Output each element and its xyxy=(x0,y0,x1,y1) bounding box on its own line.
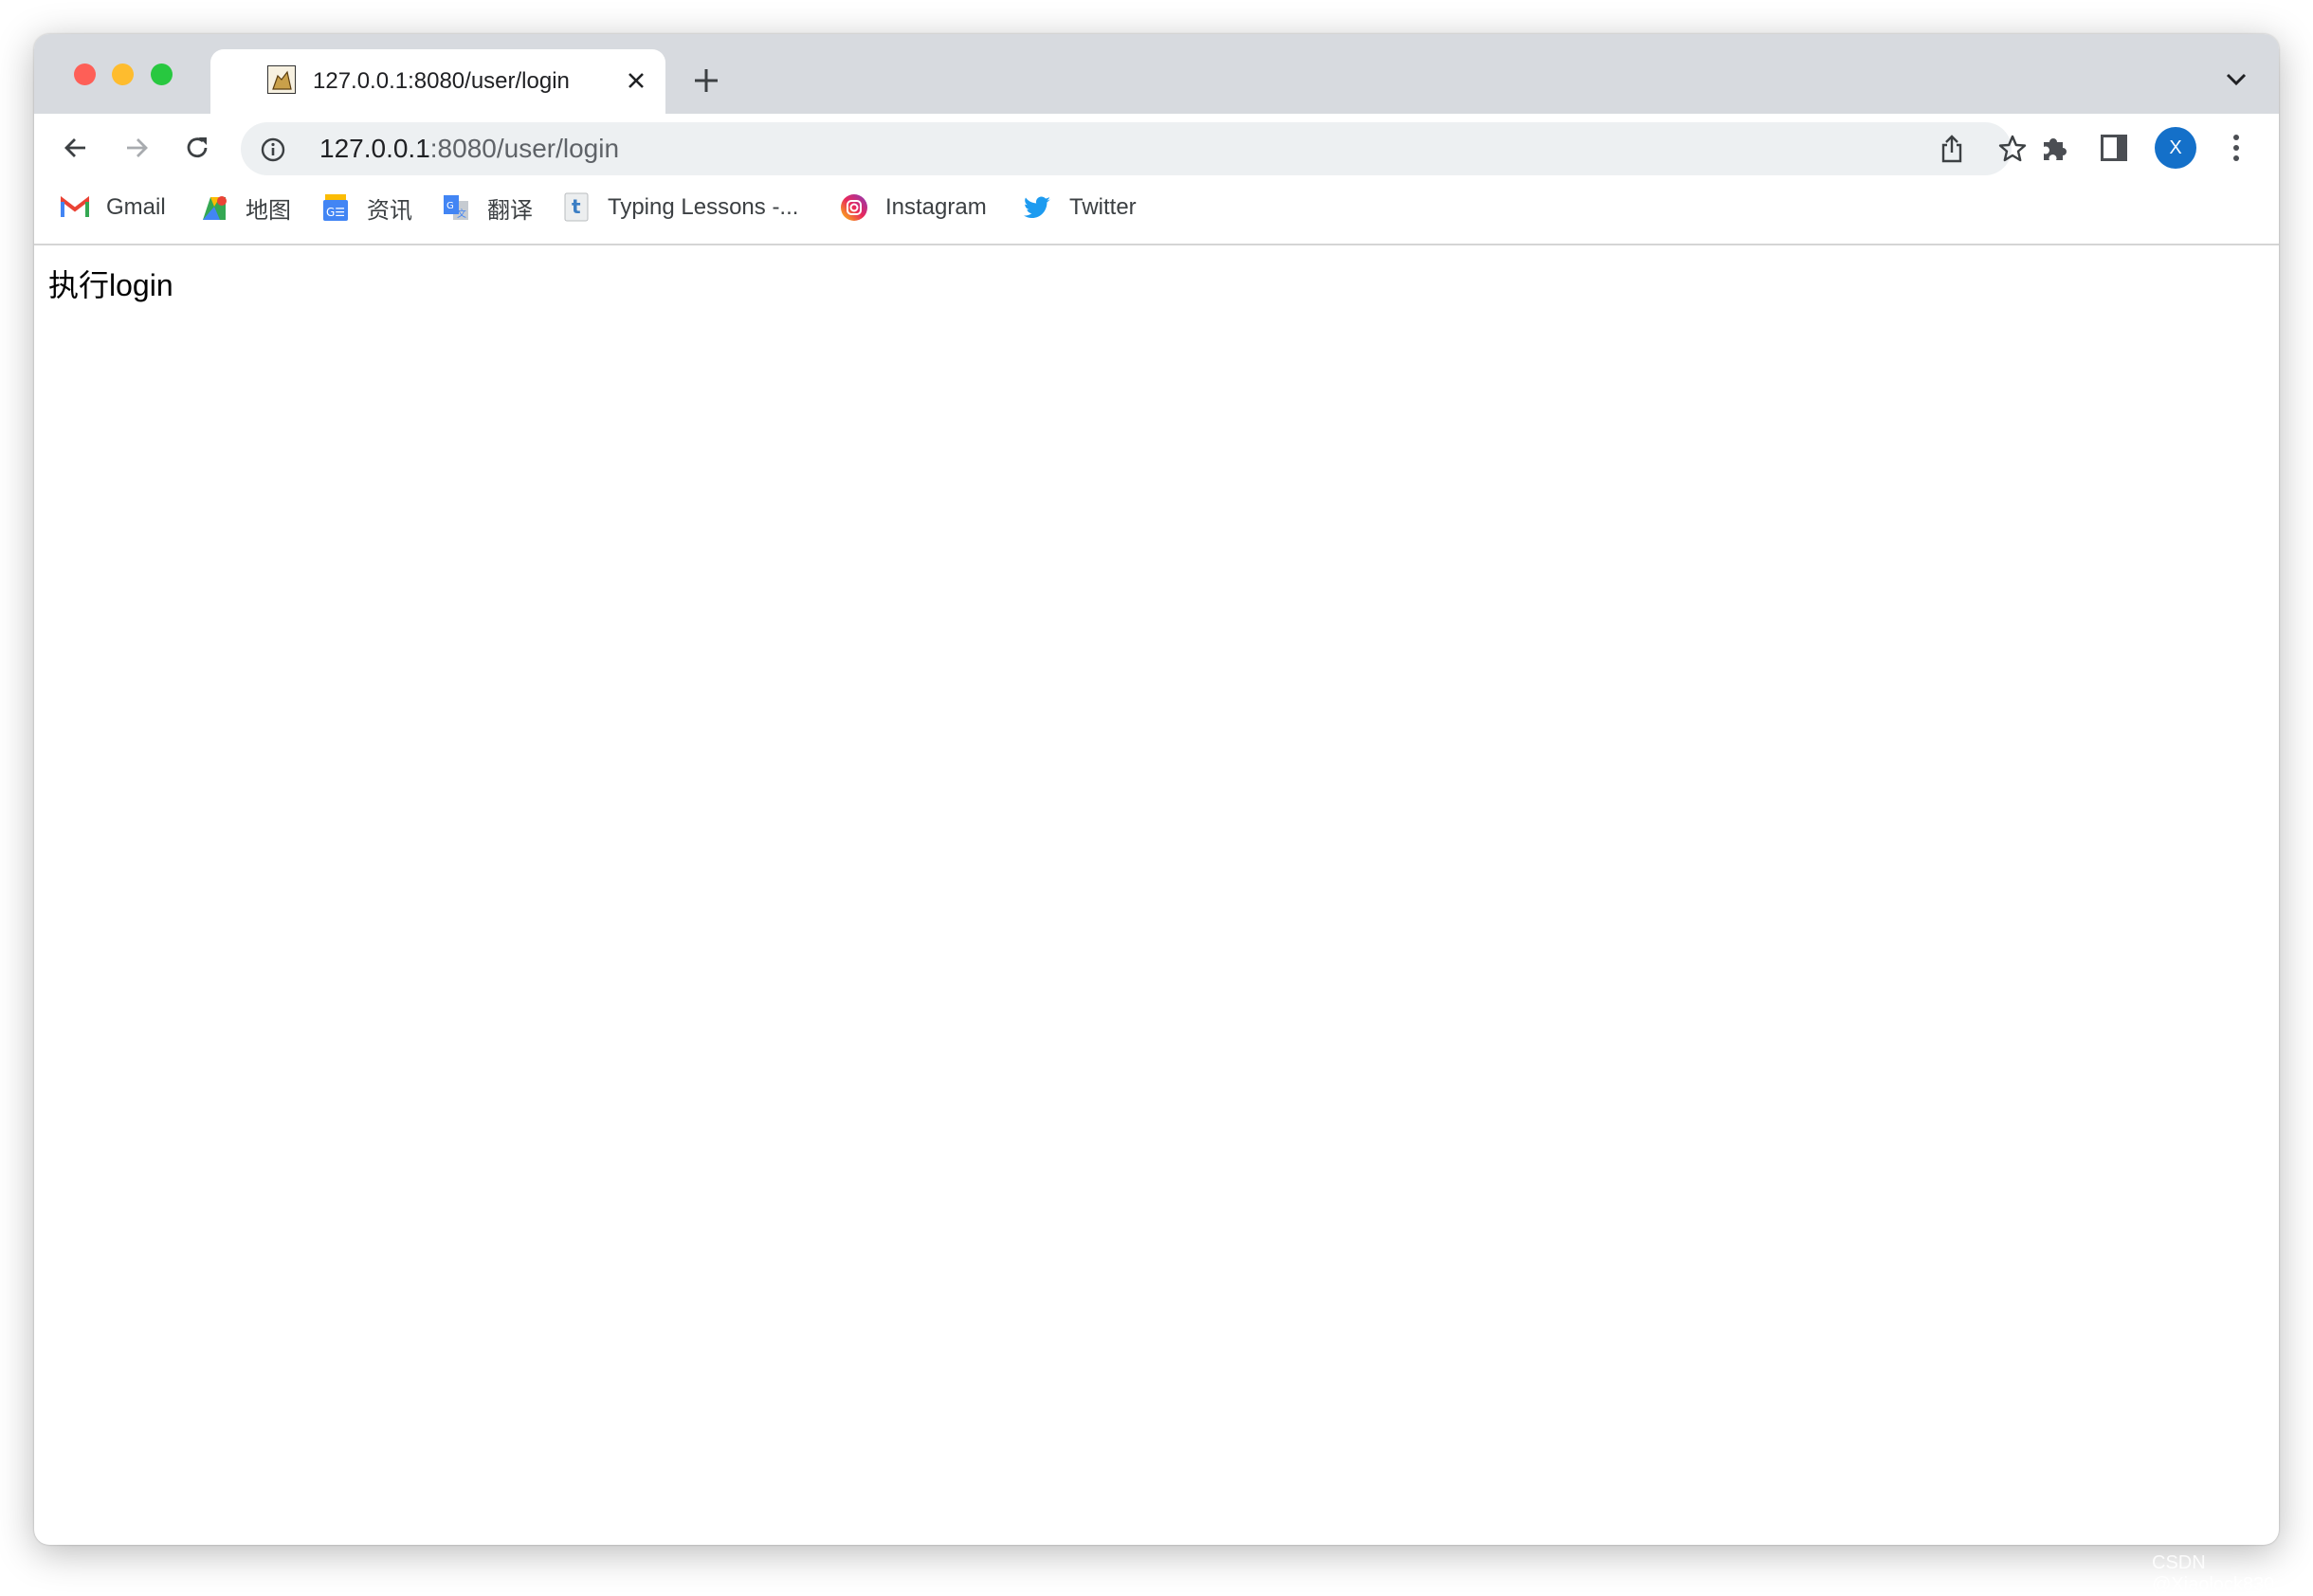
svg-text:G: G xyxy=(446,201,454,211)
bookmark-label: 地图 xyxy=(246,197,291,224)
side-panel-icon[interactable] xyxy=(2101,135,2127,166)
maximize-window-button[interactable] xyxy=(151,63,173,85)
typing-icon: t xyxy=(562,192,591,222)
bookmark-label: Instagram xyxy=(885,194,987,220)
close-tab-icon[interactable] xyxy=(624,68,648,98)
share-icon[interactable] xyxy=(1938,134,1966,169)
bookmark-gmail[interactable]: Gmail xyxy=(61,191,166,224)
maps-icon xyxy=(200,193,228,222)
tab-strip: 127.0.0.1:8080/user/login xyxy=(34,34,2279,114)
toolbar: 127.0.0.1:8080/user/login X Gmail 地图 G☰ … xyxy=(34,114,2279,245)
news-icon: G☰ xyxy=(321,193,350,222)
bookmark-label: Gmail xyxy=(106,194,166,220)
tab-title: 127.0.0.1:8080/user/login xyxy=(313,68,570,94)
profile-avatar[interactable]: X xyxy=(2155,127,2196,169)
forward-icon[interactable] xyxy=(121,133,152,168)
bookmark-label: Typing Lessons -... xyxy=(608,194,799,220)
bookmark-news[interactable]: G☰ 资讯 xyxy=(321,191,412,224)
twitter-icon xyxy=(1024,193,1052,222)
url-path: :8080/user/login xyxy=(429,134,620,163)
bookmark-label: 翻译 xyxy=(487,197,533,224)
bookmark-label: Twitter xyxy=(1069,194,1137,220)
more-menu-icon[interactable] xyxy=(2224,133,2249,168)
instagram-icon xyxy=(840,193,868,222)
bookmark-twitter[interactable]: Twitter xyxy=(1024,191,1137,224)
bookmark-typing-lessons[interactable]: t Typing Lessons -... xyxy=(562,191,798,224)
bookmark-star-icon[interactable] xyxy=(1997,134,2028,169)
extensions-icon[interactable] xyxy=(2040,134,2068,167)
page-body-text: 执行login xyxy=(48,268,173,302)
tomcat-icon xyxy=(267,65,296,94)
back-icon[interactable] xyxy=(61,133,91,168)
reload-icon[interactable] xyxy=(182,133,212,168)
svg-text:文: 文 xyxy=(457,208,466,220)
bookmark-instagram[interactable]: Instagram xyxy=(840,191,987,224)
url-text[interactable]: 127.0.0.1:8080/user/login xyxy=(319,134,619,164)
info-icon[interactable] xyxy=(260,136,286,168)
new-tab-icon[interactable] xyxy=(692,66,720,100)
browser-window: 127.0.0.1:8080/user/login 127.0.0.1:8080… xyxy=(34,34,2279,1545)
address-bar[interactable]: 127.0.0.1:8080/user/login xyxy=(241,122,2027,175)
bookmark-translate[interactable]: G文 翻译 xyxy=(442,191,533,224)
minimize-window-button[interactable] xyxy=(112,63,134,85)
close-window-button[interactable] xyxy=(74,63,96,85)
bookmark-label: 资讯 xyxy=(367,197,412,224)
chevron-down-icon[interactable] xyxy=(2224,70,2249,94)
bookmark-maps[interactable]: 地图 xyxy=(200,191,291,224)
gmail-icon xyxy=(61,193,89,222)
url-host: 127.0.0.1 xyxy=(319,134,430,163)
svg-text:G☰: G☰ xyxy=(326,206,345,219)
watermark: CSDN @Xiaolock830 xyxy=(2152,1552,2275,1595)
tab-active[interactable]: 127.0.0.1:8080/user/login xyxy=(210,49,665,114)
translate-icon: G文 xyxy=(442,193,470,222)
svg-text:t: t xyxy=(572,195,581,218)
